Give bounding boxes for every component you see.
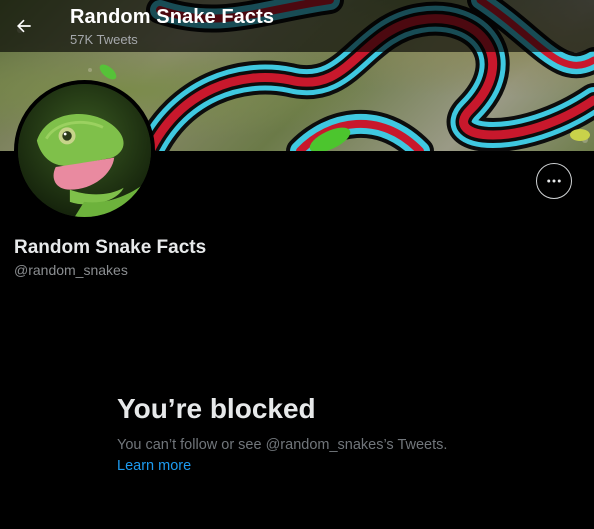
blocked-title: You’re blocked: [117, 393, 316, 424]
profile-page: Random Snake Facts 57K Tweets Random Sna…: [0, 0, 594, 529]
profile-display-name: Random Snake Facts: [14, 237, 207, 258]
header-title: Random Snake Facts: [70, 6, 275, 28]
blocked-message: You can’t follow or see @random_snakes’s…: [117, 437, 448, 453]
snake-avatar-image: [18, 84, 151, 217]
more-options-button[interactable]: [536, 163, 572, 199]
top-header-bar: Random Snake Facts 57K Tweets: [0, 0, 594, 52]
header-tweet-count: 57K Tweets: [70, 32, 138, 47]
profile-handle: @random_snakes: [14, 262, 128, 278]
avatar[interactable]: [14, 80, 155, 221]
arrow-left-icon: [17, 19, 31, 33]
back-button[interactable]: [6, 8, 42, 44]
more-horizontal-icon: [547, 179, 561, 183]
learn-more-link[interactable]: Learn more: [117, 458, 191, 474]
